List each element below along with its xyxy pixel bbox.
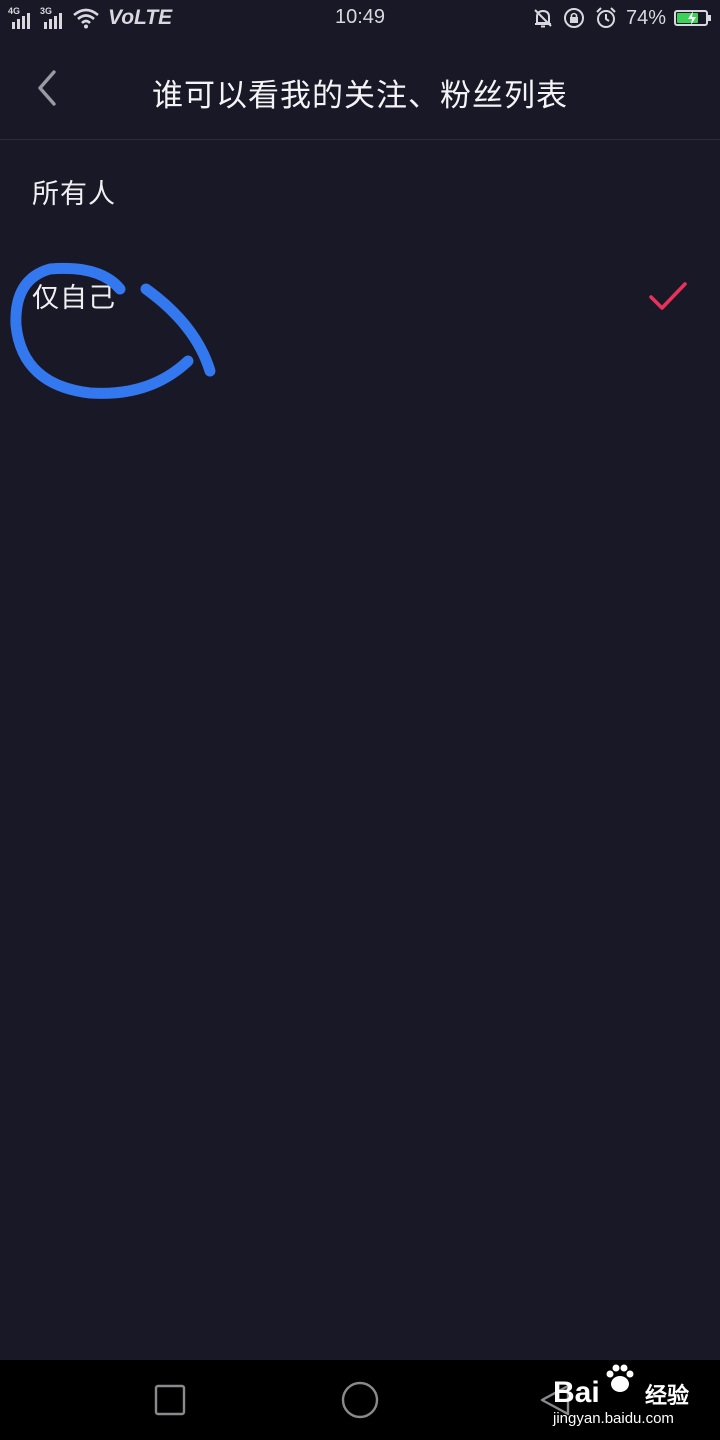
rotation-lock-icon bbox=[563, 8, 584, 28]
option-label: 仅自己 bbox=[32, 283, 116, 314]
status-bar: 4G 3G VoLTE 10:49 74% bbox=[0, 0, 720, 36]
option-label: 所有人 bbox=[32, 179, 116, 210]
home-icon[interactable] bbox=[340, 1380, 380, 1420]
watermark-text: 经验 bbox=[645, 1384, 690, 1409]
mute-icon bbox=[534, 9, 552, 28]
option-only-me[interactable]: 仅自己 bbox=[0, 244, 720, 348]
charging-bolt-icon bbox=[688, 11, 696, 25]
page-title: 谁可以看我的关注、粉丝列表 bbox=[152, 78, 568, 114]
battery-percent: 74% bbox=[625, 6, 666, 29]
header: 谁可以看我的关注、粉丝列表 bbox=[0, 36, 720, 140]
watermark: Bai 经验 jingyan.baidu.com bbox=[553, 1362, 713, 1438]
battery-nub bbox=[708, 15, 711, 21]
status-right: 74% bbox=[532, 5, 711, 31]
battery-icon bbox=[674, 10, 711, 26]
watermark-url: jingyan.baidu.com bbox=[553, 1410, 674, 1427]
alarm-icon bbox=[596, 7, 616, 28]
option-everyone[interactable]: 所有人 bbox=[0, 140, 720, 244]
paw-icon bbox=[606, 1364, 634, 1392]
recent-apps-icon[interactable] bbox=[150, 1380, 190, 1420]
watermark-logo: Bai bbox=[553, 1376, 600, 1409]
checkmark-icon bbox=[649, 282, 687, 310]
